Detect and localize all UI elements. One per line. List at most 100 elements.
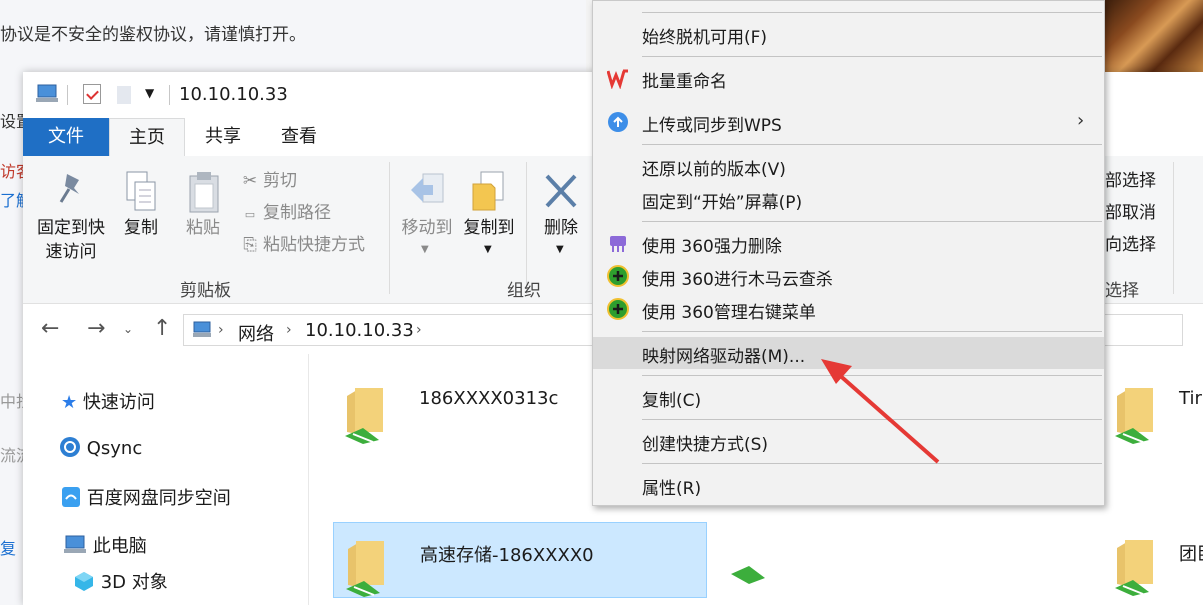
computer-icon [193, 321, 211, 337]
tab-file[interactable]: 文件 [23, 118, 109, 156]
breadcrumb-host[interactable]: 10.10.10.33 [305, 320, 414, 341]
move-to-label: 移动到 [401, 218, 453, 238]
pin-quick-access-button[interactable]: 固定到快 速访问 [31, 170, 111, 266]
ribbon-group-separator [389, 162, 390, 294]
toolbar-separator [169, 85, 170, 105]
breadcrumb-network[interactable]: 网络 [238, 320, 274, 346]
copy-path-label: 复制路径 [263, 203, 331, 223]
nav-3d-objects[interactable]: 3D 对象 [73, 568, 168, 594]
network-share-name: 团臣 [1179, 544, 1203, 565]
quick-access-dropdown-icon[interactable]: ▼ [145, 86, 154, 100]
menu-item-label: 创建快捷方式(S) [642, 435, 769, 455]
select-all-button[interactable]: 部选择 [1105, 166, 1156, 191]
network-folder-icon [345, 388, 383, 444]
window-title: 10.10.10.33 [179, 84, 288, 105]
cut-button[interactable]: ✂ 剪切 [241, 166, 297, 191]
paste-button[interactable]: 粘贴 [181, 170, 225, 250]
submenu-chevron-icon: › [1077, 110, 1085, 131]
menu-item-360-manage-menu[interactable]: 使用 360管理右键菜单 [593, 293, 1104, 325]
menu-item-360-trojan-scan[interactable]: 使用 360进行木马云查杀 [593, 260, 1104, 292]
copy-path-icon: ▭ [244, 208, 256, 221]
forward-arrow-icon[interactable]: → [87, 316, 105, 341]
breadcrumb-chevron-icon[interactable]: › [286, 322, 292, 338]
menu-separator [642, 463, 1102, 464]
copy-button[interactable]: 复制 [119, 170, 163, 250]
menu-item-pin-start[interactable]: 固定到“开始”屏幕(P) [593, 183, 1104, 215]
menu-item-always-offline[interactable]: 始终脱机可用(F) [593, 18, 1104, 50]
ribbon-group-separator [1173, 162, 1174, 294]
menu-item-label: 固定到“开始”屏幕(P) [642, 193, 803, 213]
nav-qsync-label: Qsync [86, 438, 143, 459]
nav-baidu-sync[interactable]: 百度网盘同步空间 [61, 484, 231, 510]
menu-item-batch-rename[interactable]: 批量重命名 [593, 62, 1104, 94]
360-plus-icon [607, 265, 629, 287]
star-icon: ★ [61, 392, 78, 413]
network-share-item-selected[interactable]: 高速存储-186XXXX0 [333, 522, 707, 598]
scissors-icon: ✂ [242, 171, 258, 191]
menu-item-copy[interactable]: 复制(C) [593, 381, 1104, 413]
copy-path-button[interactable]: ▭ 复制路径 [241, 198, 331, 223]
menu-item-360-force-delete[interactable]: 使用 360强力删除 [593, 227, 1104, 259]
new-folder-icon[interactable] [117, 86, 131, 104]
network-share-item[interactable]: Tir [1103, 370, 1203, 446]
copy-label: 复制 [124, 218, 158, 238]
breadcrumb-chevron-icon[interactable]: › [416, 322, 422, 338]
properties-check-icon[interactable] [83, 84, 101, 104]
nav-quick-access[interactable]: ★ 快速访问 [61, 388, 155, 414]
360-shredder-icon [610, 236, 626, 252]
select-group-label: 选择 [1105, 281, 1139, 301]
cloud-upload-icon [608, 112, 628, 132]
menu-item-label: 映射网络驱动器(M)... [642, 347, 806, 367]
menu-separator [642, 419, 1102, 420]
paste-shortcut-icon: ⎘ [243, 235, 257, 255]
chevron-down-icon: ▼ [484, 244, 492, 255]
menu-item-properties[interactable]: 属性(R) [593, 469, 1104, 501]
wps-logo-icon [607, 69, 628, 89]
menu-item-label: 还原以前的版本(V) [642, 160, 786, 180]
organize-group-label: 组织 [507, 281, 541, 301]
breadcrumb-chevron-icon[interactable]: › [218, 322, 224, 338]
network-folder-icon [346, 541, 384, 597]
copy-to-button[interactable]: 复制到 ▼ [459, 170, 519, 266]
select-none-button[interactable]: 部取消 [1105, 198, 1156, 223]
baidu-netdisk-icon [62, 487, 80, 507]
up-arrow-icon[interactable]: ↑ [153, 316, 171, 341]
delete-label: 删除 [544, 218, 578, 238]
invert-selection-button[interactable]: 向选择 [1105, 230, 1156, 255]
network-folder-icon[interactable] [729, 554, 769, 594]
menu-item-label: 批量重命名 [642, 72, 727, 92]
toolbar-separator [67, 85, 68, 105]
clipboard-icon [189, 172, 219, 213]
menu-separator [642, 375, 1102, 376]
menu-item-create-shortcut[interactable]: 创建快捷方式(S) [593, 425, 1104, 457]
delete-button[interactable]: 删除 ▼ [533, 170, 589, 266]
menu-item-upload-wps[interactable]: 上传或同步到WPS › [593, 106, 1104, 138]
copy-icon [126, 171, 156, 211]
background-warning-text: 协议是不安全的鉴权协议，请谨慎打开。 [0, 25, 306, 45]
navigation-pane: ★ 快速访问 Qsync 百度网盘同步空间 此电脑 3D 对象 [23, 354, 309, 605]
tab-view[interactable]: 查看 [261, 118, 337, 156]
nav-this-pc[interactable]: 此电脑 [63, 532, 147, 558]
network-share-name: 186XXXX0313c [419, 388, 559, 409]
move-to-icon [411, 173, 444, 203]
move-to-button[interactable]: 移动到 ▼ [397, 170, 457, 266]
nav-baidu-label: 百度网盘同步空间 [86, 488, 231, 509]
menu-separator [642, 56, 1102, 57]
nav-this-pc-label: 此电脑 [92, 536, 147, 557]
back-arrow-icon[interactable]: ← [41, 316, 59, 341]
paste-shortcut-button[interactable]: ⎘ 粘贴快捷方式 [241, 230, 365, 255]
network-share-item[interactable]: 团臣 [1103, 522, 1203, 598]
menu-item-label: 复制(C) [642, 391, 702, 411]
network-share-name: 高速存储-186XXXX0 [420, 545, 594, 566]
menu-item-restore-versions[interactable]: 还原以前的版本(V) [593, 150, 1104, 182]
background-text-fragment: 复 [0, 539, 17, 558]
recent-locations-chevron-icon[interactable]: ⌄ [123, 322, 133, 336]
nav-3d-label: 3D 对象 [100, 572, 168, 593]
tab-home[interactable]: 主页 [109, 118, 185, 156]
nav-qsync[interactable]: Qsync [59, 436, 142, 459]
network-folder-icon [1115, 540, 1153, 596]
menu-item-label: 使用 360进行木马云查杀 [642, 270, 833, 290]
menu-item-map-network-drive[interactable]: 映射网络驱动器(M)... [593, 337, 1104, 369]
delete-x-icon [545, 174, 577, 208]
tab-share[interactable]: 共享 [185, 118, 261, 156]
